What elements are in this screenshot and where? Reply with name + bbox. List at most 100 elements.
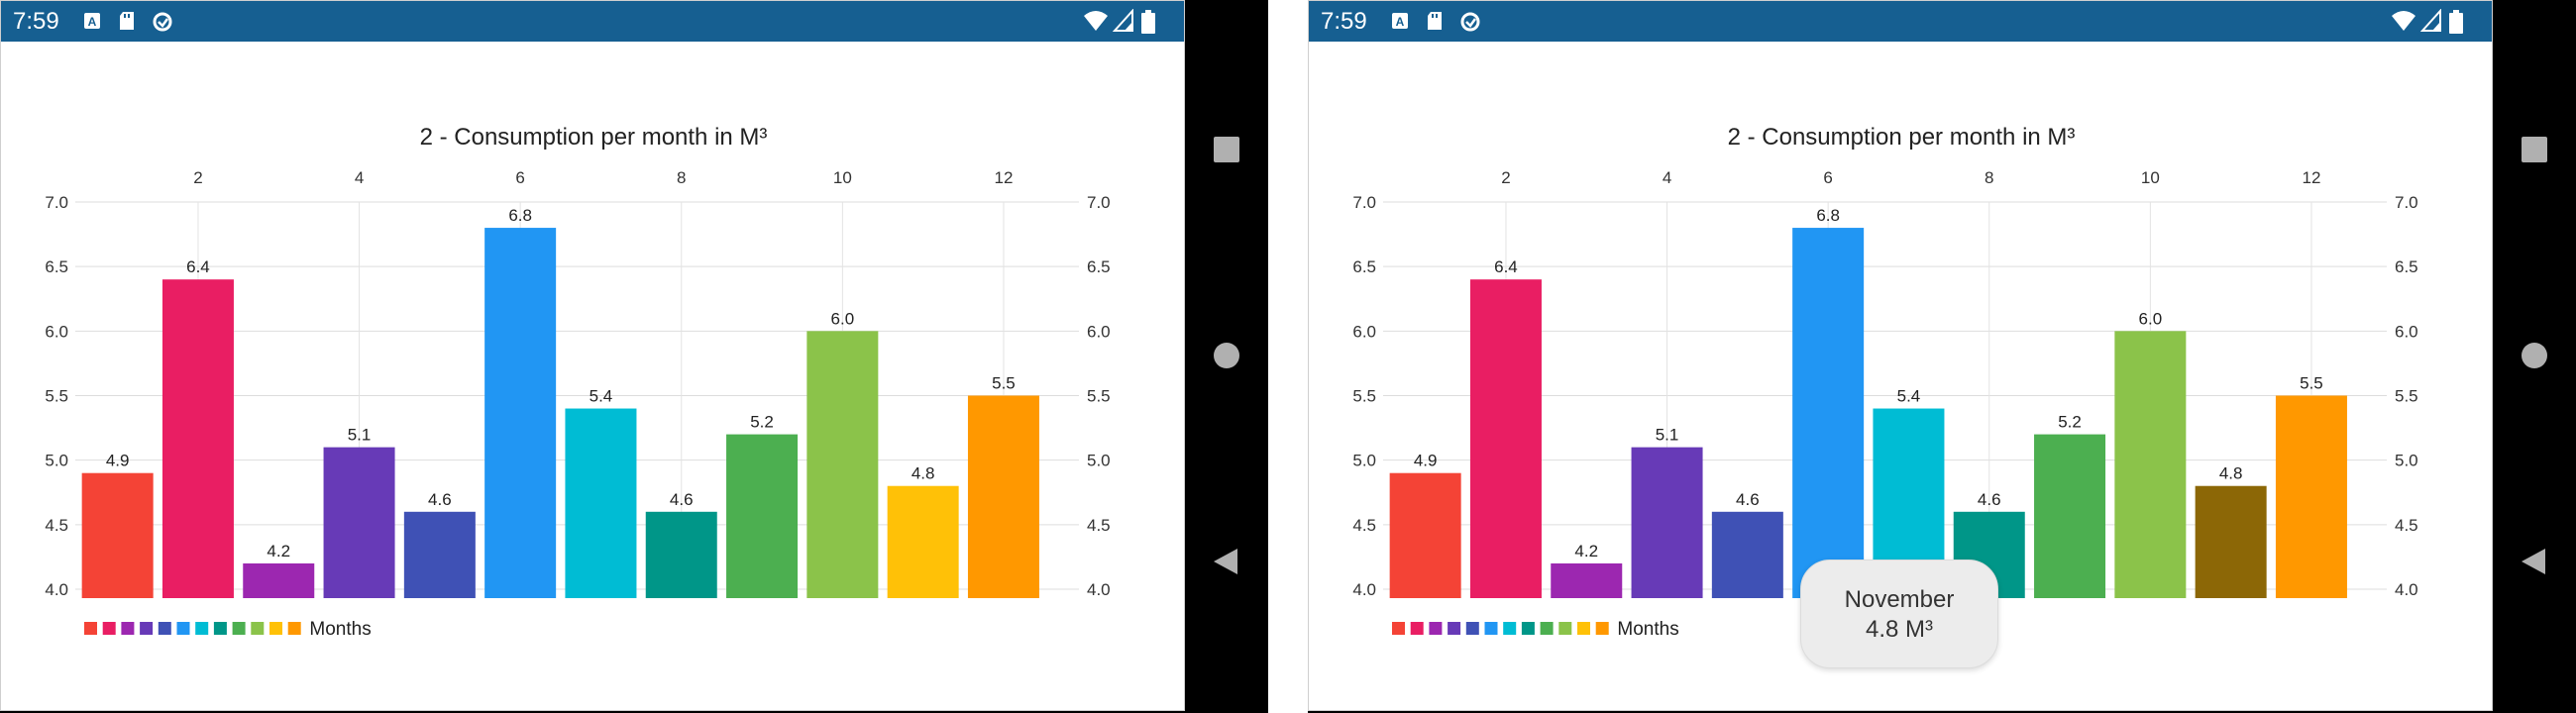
home-circle-icon[interactable] — [2520, 341, 2549, 370]
bar — [323, 447, 395, 598]
bar — [1792, 228, 1865, 599]
bar — [243, 562, 315, 598]
sync-icon — [1459, 11, 1481, 32]
bar — [2275, 395, 2347, 598]
legend-swatch — [1392, 622, 1405, 635]
bar-value-label: 5.5 — [2300, 374, 2323, 393]
status-bar: 7:59 A — [1309, 1, 2492, 42]
bar — [2195, 485, 2267, 598]
a-badge-icon: A — [83, 11, 101, 31]
bar-value-label: 5.4 — [1897, 387, 1921, 406]
bar-value-label: 5.2 — [2058, 413, 2082, 432]
y-tick-label-right: 5.0 — [1087, 452, 1111, 470]
legend-swatch — [287, 622, 301, 635]
battery-icon — [2448, 9, 2464, 34]
x-tick-label: 8 — [677, 168, 686, 187]
y-tick-label-right: 5.5 — [1087, 387, 1111, 406]
x-tick-label: 2 — [193, 168, 202, 187]
bar-value-label: 5.4 — [590, 387, 613, 406]
y-tick-label-right: 4.5 — [2395, 516, 2418, 535]
x-tick-label: 6 — [1823, 168, 1832, 187]
y-tick-label-right: 7.0 — [1087, 193, 1111, 212]
x-tick-label: 4 — [1663, 168, 1671, 187]
chart-title: 2 - Consumption per month in M³ — [1728, 124, 2076, 151]
legend-swatch — [1448, 622, 1461, 635]
screen-right: 7:59 A 2 - Consumption per month in M³ 4.… — [1308, 0, 2493, 711]
bar-value-label: 6.8 — [508, 206, 532, 225]
back-triangle-icon[interactable] — [2520, 547, 2549, 576]
legend-swatch — [251, 622, 265, 635]
legend-swatch — [1558, 622, 1572, 635]
bar-value-label: 4.6 — [1978, 490, 2001, 509]
legend-swatch — [84, 622, 97, 635]
a-badge-icon: A — [1391, 11, 1409, 31]
bar-value-label: 6.4 — [186, 257, 210, 276]
sync-icon — [152, 11, 173, 32]
bar-value-label: 4.6 — [428, 490, 452, 509]
bar — [565, 408, 637, 598]
x-tick-label: 4 — [355, 168, 364, 187]
bar-value-label: 5.1 — [348, 426, 372, 445]
bar-value-label: 6.0 — [831, 309, 855, 328]
y-tick-label-left: 5.5 — [45, 387, 68, 406]
y-tick-label-left: 6.5 — [45, 257, 68, 276]
nav-bar — [1185, 0, 1268, 713]
y-tick-label-left: 5.0 — [1352, 452, 1376, 470]
x-tick-label: 12 — [994, 168, 1013, 187]
legend-swatch — [102, 622, 116, 635]
legend-swatch — [1465, 622, 1479, 635]
legend-swatch — [232, 622, 246, 635]
wifi-icon — [1083, 9, 1109, 33]
y-tick-label-left: 6.0 — [45, 322, 68, 341]
status-bar: 7:59 A — [1, 1, 1184, 42]
svg-text:A: A — [88, 15, 97, 29]
bar-value-label: 4.8 — [912, 464, 935, 483]
signal-icon — [2419, 8, 2442, 33]
legend-swatch — [269, 622, 282, 635]
recents-square-icon[interactable] — [2520, 135, 2549, 164]
chart-left: 2 - Consumption per month in M³ 4.0 4.0 4.5… — [45, 124, 1111, 640]
y-tick-label-right: 5.5 — [2395, 387, 2418, 406]
bar-value-label: 4.2 — [267, 542, 290, 560]
home-circle-icon[interactable] — [1212, 341, 1241, 370]
device-right: 7:59 A 2 - Consumption per month in M³ 4.… — [1308, 0, 2576, 713]
y-tick-label-right: 7.0 — [2395, 193, 2418, 212]
bar — [2034, 434, 2106, 598]
y-tick-label-right: 6.5 — [2395, 257, 2418, 276]
x-tick-label: 8 — [1985, 168, 1993, 187]
bar-value-label: 4.9 — [1414, 452, 1438, 470]
legend-swatch — [1540, 622, 1554, 635]
y-tick-label-right: 6.0 — [1087, 322, 1111, 341]
recents-square-icon[interactable] — [1212, 135, 1241, 164]
bar — [484, 228, 557, 599]
bar — [645, 511, 717, 598]
bar — [726, 434, 799, 598]
signal-icon — [1112, 8, 1134, 33]
bar-value-label: 6.0 — [2139, 309, 2163, 328]
x-tick-label: 10 — [2141, 168, 2160, 187]
y-tick-label-left: 5.0 — [45, 452, 68, 470]
bar — [2114, 331, 2187, 598]
bar — [887, 485, 959, 598]
bar — [1551, 562, 1623, 598]
y-tick-label-left: 6.5 — [1352, 257, 1376, 276]
x-tick-label: 6 — [515, 168, 524, 187]
bar-value-label: 5.2 — [750, 413, 774, 432]
bar-value-label: 6.4 — [1494, 257, 1518, 276]
y-tick-label-right: 5.0 — [2395, 452, 2418, 470]
bar — [1631, 447, 1703, 598]
legend-label: Months — [309, 619, 371, 640]
chart-title: 2 - Consumption per month in M³ — [420, 124, 768, 151]
bar — [967, 395, 1039, 598]
legend-swatch — [121, 622, 135, 635]
bar — [403, 511, 476, 598]
bar-tooltip: November 4.8 M³ — [1800, 560, 1998, 668]
bar — [81, 472, 154, 598]
y-tick-label-left: 4.0 — [1352, 580, 1376, 599]
bar-value-label: 5.5 — [992, 374, 1016, 393]
y-tick-label-left: 7.0 — [45, 193, 68, 212]
battery-icon — [1140, 9, 1156, 34]
y-tick-label-right: 4.5 — [1087, 516, 1111, 535]
legend-swatch — [1503, 622, 1517, 635]
back-triangle-icon[interactable] — [1212, 547, 1241, 576]
